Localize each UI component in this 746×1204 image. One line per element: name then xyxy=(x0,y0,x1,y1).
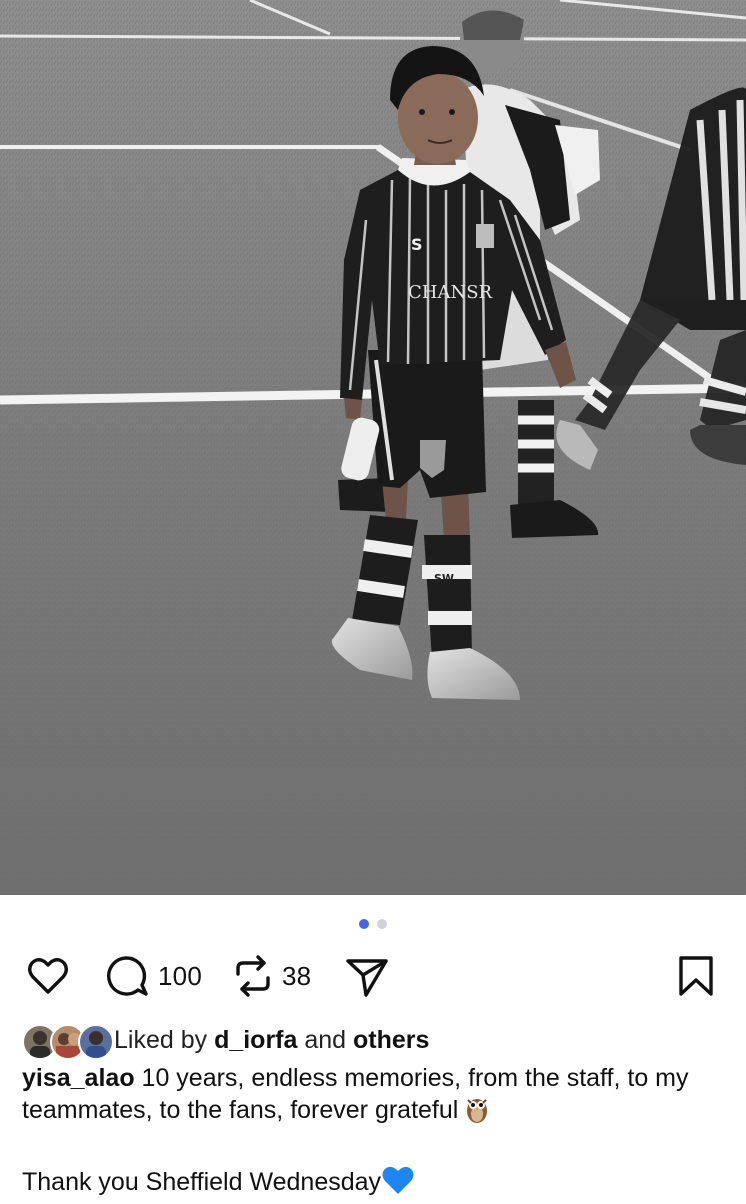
save-button[interactable] xyxy=(676,950,716,1002)
caption-line-1: yisa_alao 10 years, endless memories, fr… xyxy=(22,1062,732,1132)
sock-text: SW xyxy=(434,572,454,585)
carousel-indicator xyxy=(0,916,746,932)
action-bar: 100 38 xyxy=(0,950,746,1002)
svg-text:S: S xyxy=(411,235,423,254)
post-image: SW CHANSR S xyxy=(0,0,746,895)
carousel-dot-active[interactable] xyxy=(359,919,369,929)
owl-emoji xyxy=(465,1094,489,1132)
heart-icon xyxy=(28,958,68,994)
comment-count: 100 xyxy=(158,960,202,991)
repost-icon xyxy=(236,955,270,997)
liker-avatars xyxy=(22,1022,114,1060)
comment-button[interactable]: 100 xyxy=(102,950,202,1002)
bookmark-icon xyxy=(679,956,713,996)
avatar xyxy=(78,1024,114,1060)
caption-line-2: Thank you Sheffield Wednesday xyxy=(22,1164,732,1204)
share-button[interactable] xyxy=(344,950,390,1002)
send-icon xyxy=(346,959,388,997)
likes-row[interactable]: Liked by d_iorfa and others xyxy=(22,1020,429,1060)
post-photo[interactable]: SW CHANSR S xyxy=(0,0,746,895)
repost-button[interactable]: 38 xyxy=(232,950,311,1002)
carousel-dot[interactable] xyxy=(377,919,387,929)
liker-username[interactable]: d_iorfa xyxy=(214,1026,297,1054)
likes-prefix: Liked by xyxy=(114,1025,215,1054)
shirt-sponsor: CHANSR xyxy=(408,282,493,303)
comment-icon xyxy=(107,956,148,996)
blue-heart-emoji xyxy=(381,1164,415,1204)
caption-thanks: Thank you Sheffield Wednesday xyxy=(22,1168,382,1196)
likes-summary: Liked by d_iorfa and others xyxy=(114,1026,429,1055)
post-caption: yisa_alao 10 years, endless memories, fr… xyxy=(22,1062,732,1204)
like-button[interactable] xyxy=(24,950,72,1002)
repost-count: 38 xyxy=(282,960,312,991)
likes-others-link[interactable]: others xyxy=(353,1026,429,1054)
caption-username[interactable]: yisa_alao xyxy=(22,1064,135,1092)
likes-middle: and xyxy=(297,1025,354,1054)
